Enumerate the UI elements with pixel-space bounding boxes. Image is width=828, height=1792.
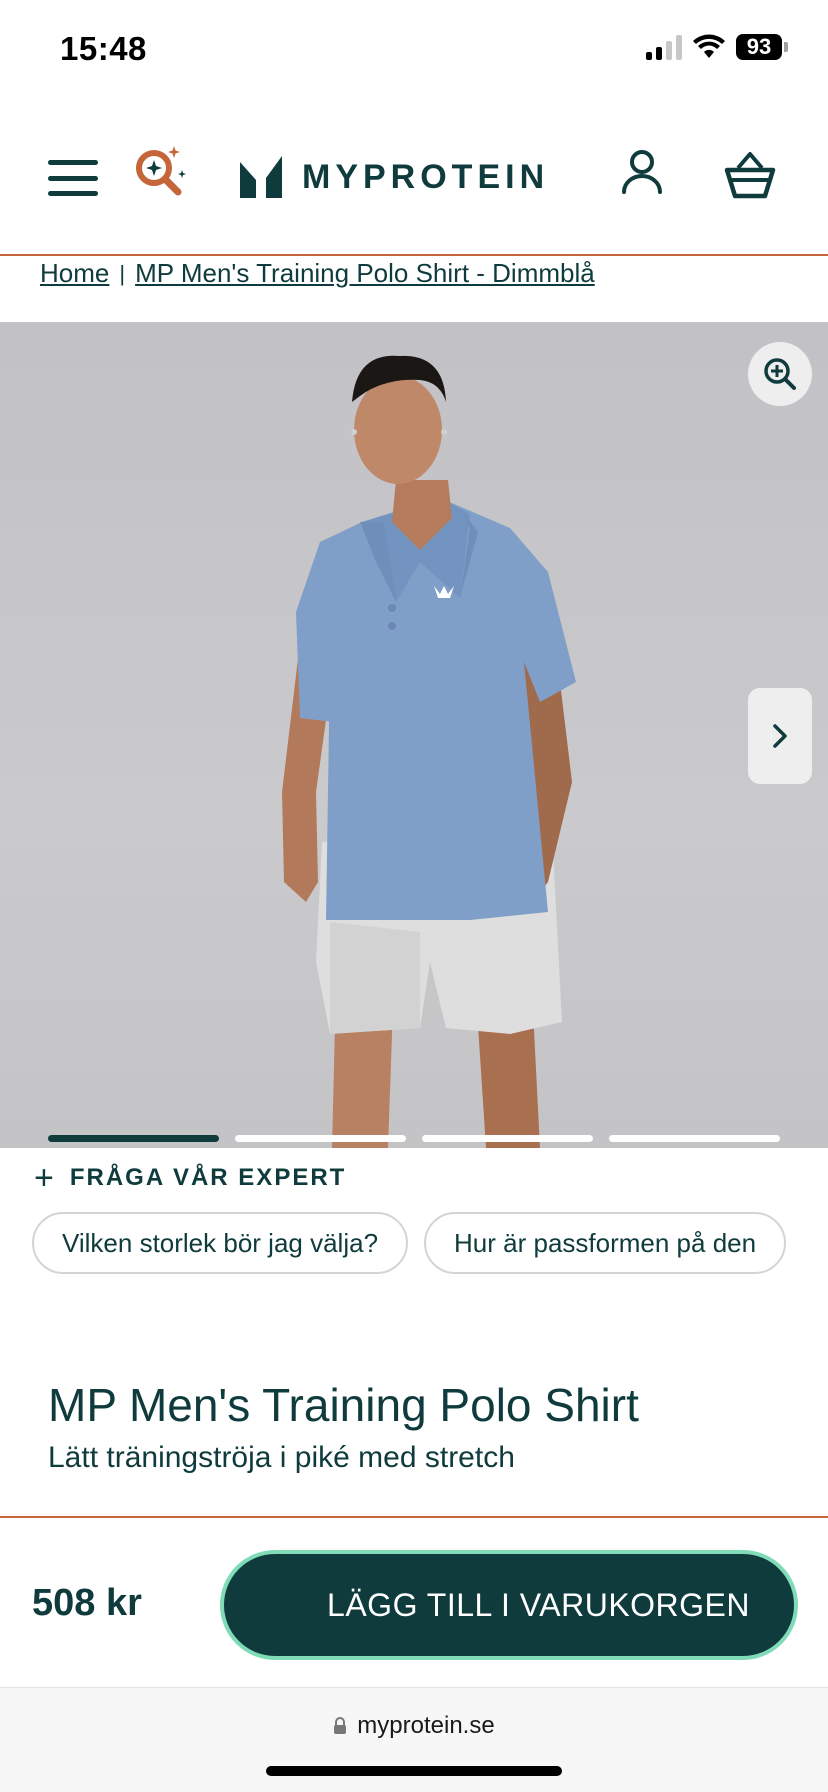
- expert-question-chip[interactable]: Hur är passformen på den: [424, 1212, 787, 1274]
- product-image-gallery[interactable]: [0, 322, 828, 1148]
- expert-question-chip[interactable]: Vilken storlek bör jag välja?: [32, 1212, 409, 1274]
- status-time: 15:48: [60, 30, 147, 67]
- battery-icon: 93: [736, 34, 788, 60]
- site-header: MYPROTEIN: [0, 120, 828, 256]
- brand-logo[interactable]: MYPROTEIN: [238, 156, 549, 198]
- zoom-in-icon: [764, 358, 796, 390]
- gallery-dot-4[interactable]: [609, 1135, 780, 1142]
- gallery-dot-2[interactable]: [235, 1135, 406, 1142]
- status-bar: 15:48 93: [0, 0, 828, 100]
- cellular-signal-icon: [646, 34, 682, 60]
- product-subtitle: Lätt träningströja i piké med stretch: [48, 1441, 515, 1474]
- basket-icon[interactable]: [724, 150, 776, 200]
- add-to-cart-button[interactable]: LÄGG TILL I VARUKORGEN: [220, 1550, 798, 1660]
- breadcrumb-separator: |: [119, 260, 126, 286]
- plus-icon: +: [34, 1159, 56, 1197]
- brand-name: MYPROTEIN: [302, 157, 550, 196]
- zoom-button[interactable]: [748, 342, 812, 406]
- lock-icon: [334, 1717, 347, 1734]
- account-icon[interactable]: [620, 148, 664, 196]
- home-indicator[interactable]: [266, 1766, 562, 1776]
- expert-question-chips: Vilken storlek bör jag välja? Hur är pas…: [32, 1212, 796, 1276]
- chevron-right-icon: [773, 724, 787, 748]
- url-display[interactable]: myprotein.se: [0, 1712, 828, 1740]
- next-image-button[interactable]: [748, 688, 812, 784]
- gallery-dot-1[interactable]: [48, 1135, 219, 1142]
- breadcrumb: Home | MP Men's Training Polo Shirt - Di…: [40, 258, 595, 289]
- breadcrumb-home-link[interactable]: Home: [40, 258, 109, 289]
- ai-search-icon[interactable]: [130, 142, 190, 202]
- product-price: 508 kr: [32, 1582, 142, 1624]
- gallery-dot-3[interactable]: [422, 1135, 593, 1142]
- ask-expert-toggle[interactable]: + FRÅGA VÅR EXPERT: [34, 1159, 347, 1197]
- ask-expert-label: FRÅGA VÅR EXPERT: [69, 1164, 347, 1191]
- sticky-buy-bar: 508 kr LÄGG TILL I VARUKORGEN: [0, 1516, 828, 1688]
- product-photo: [282, 355, 576, 1148]
- myprotein-logo-icon: [240, 156, 282, 198]
- wifi-icon: [693, 34, 725, 58]
- breadcrumb-current-link[interactable]: MP Men's Training Polo Shirt - Dimmblå: [135, 258, 595, 289]
- battery-level: 93: [736, 34, 782, 60]
- product-title: MP Men's Training Polo Shirt: [48, 1379, 639, 1431]
- url-text: myprotein.se: [357, 1712, 495, 1739]
- gallery-pagination: [48, 1135, 780, 1142]
- browser-address-bar[interactable]: myprotein.se: [0, 1688, 828, 1792]
- status-indicators: 93: [646, 34, 788, 60]
- menu-icon[interactable]: [48, 160, 98, 196]
